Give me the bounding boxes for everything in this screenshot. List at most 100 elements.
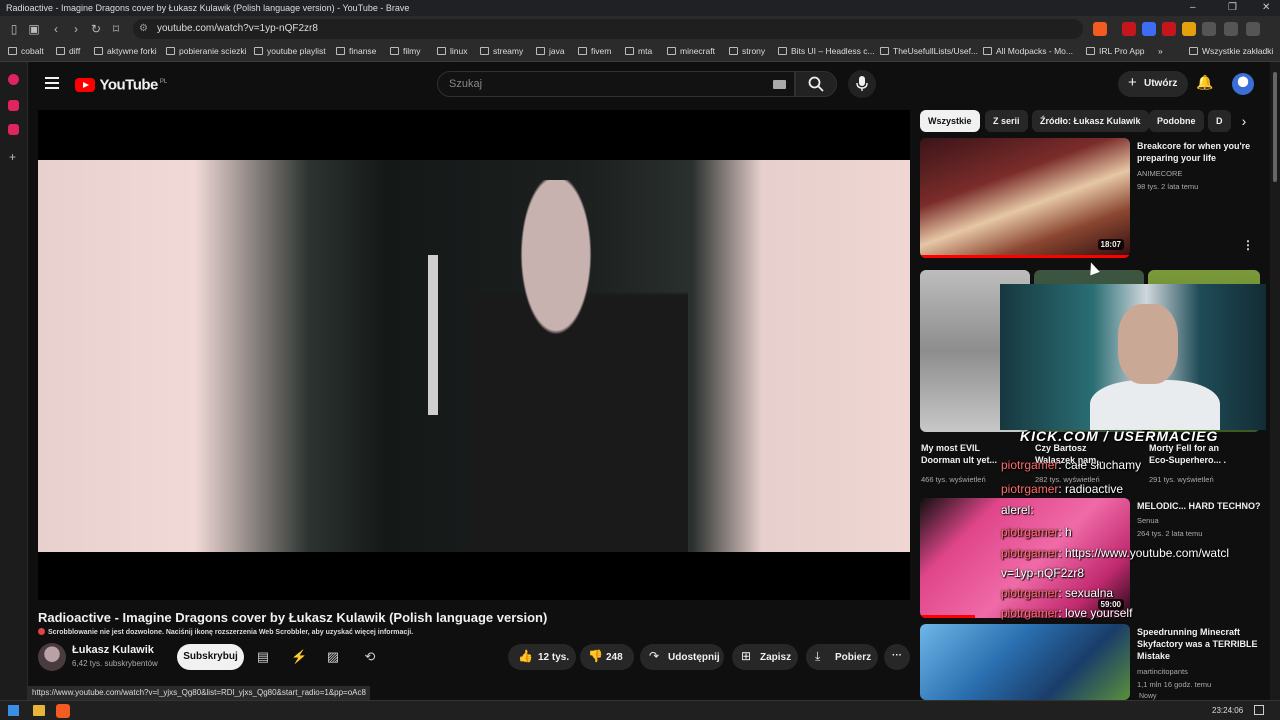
bookmark-item[interactable]: Bits UI – Headless c... bbox=[778, 46, 875, 56]
more-vertical-icon[interactable]: ⋮ bbox=[1242, 238, 1254, 252]
close-window-button[interactable]: ✕ bbox=[1262, 2, 1270, 13]
bookmark-folder[interactable]: mta bbox=[625, 46, 652, 56]
chip-series[interactable]: Z serii bbox=[985, 110, 1028, 132]
image-icon[interactable]: ▨ bbox=[325, 650, 341, 664]
video-frame[interactable] bbox=[38, 160, 910, 552]
more-bookmarks-button[interactable]: » bbox=[1158, 46, 1163, 56]
sidebar-toggle-icon[interactable]: ▯ bbox=[6, 21, 22, 37]
windows-start-icon[interactable] bbox=[8, 705, 19, 716]
bookmark-folder[interactable]: java bbox=[536, 46, 565, 56]
menu-icon[interactable] bbox=[45, 77, 59, 89]
search-input[interactable]: Szukaj bbox=[437, 71, 795, 97]
notifications-icon[interactable] bbox=[1254, 705, 1264, 715]
recommendation-chips: Wszystkie Z serii Źródło: Łukasz Kulawik… bbox=[920, 110, 1260, 132]
extensions-puzzle-icon[interactable] bbox=[1202, 22, 1216, 36]
site-info-icon[interactable]: ⚙ bbox=[139, 23, 148, 34]
bookmark-icon[interactable]: ⌑ bbox=[108, 21, 124, 37]
channel-avatar[interactable] bbox=[38, 643, 66, 671]
dislike-button[interactable]: 👎 248 bbox=[580, 644, 634, 670]
video-thumbnail[interactable]: 18:07 bbox=[920, 138, 1130, 258]
bookmark-folder[interactable]: streamy bbox=[480, 46, 523, 56]
maximize-button[interactable]: ❐ bbox=[1228, 2, 1237, 13]
video-player[interactable] bbox=[38, 110, 910, 600]
menu-icon[interactable] bbox=[1246, 22, 1260, 36]
forward-icon[interactable]: › bbox=[68, 21, 84, 37]
reload-icon[interactable]: ↻ bbox=[88, 21, 104, 37]
notifications-bell-icon[interactable]: 🔔 bbox=[1196, 74, 1214, 94]
chat-message: piotrgamer: https://www.youtube.com/watc… bbox=[1001, 546, 1230, 560]
search-button[interactable] bbox=[795, 71, 837, 97]
sidebar-app-icon[interactable] bbox=[8, 74, 19, 85]
bookmark-folder[interactable]: strony bbox=[729, 46, 765, 56]
youtube-app-icon[interactable] bbox=[8, 124, 19, 135]
share-button[interactable]: ↷ Udostępnij bbox=[640, 644, 724, 670]
recommendation-title[interactable]: MELODIC... HARD TECHNO? bbox=[1137, 500, 1262, 512]
bookmark-item[interactable]: youtube playlist bbox=[254, 46, 326, 56]
bookmark-item[interactable]: TheUsefullLists/Usef... bbox=[880, 46, 978, 56]
recommendation-title[interactable]: Breakcore for when you're preparing your … bbox=[1137, 140, 1262, 164]
transcript-icon[interactable]: ▤ bbox=[255, 650, 271, 664]
short-title[interactable]: Morty Fell for an Eco-Superhero... . bbox=[1149, 442, 1259, 466]
create-button[interactable]: + Utwórz bbox=[1118, 71, 1188, 97]
duration-badge: 18:07 bbox=[1097, 239, 1124, 250]
extension-icon[interactable] bbox=[1162, 22, 1176, 36]
keyboard-icon[interactable] bbox=[773, 80, 786, 89]
taskbar-clock[interactable]: 23:24:06 bbox=[1212, 706, 1243, 715]
bookmark-item[interactable]: All Modpacks - Mo... bbox=[983, 46, 1073, 56]
streamer-webcam bbox=[1000, 284, 1266, 430]
streamer-face bbox=[1118, 304, 1178, 384]
bookmark-item[interactable]: cobalt bbox=[8, 46, 44, 56]
bookmark-item[interactable]: pobieranie sciezki bbox=[166, 46, 247, 56]
loop-icon[interactable]: ⟲ bbox=[362, 650, 378, 664]
browser-toolbar: ▯ ▣ ‹ › ↻ ⌑ ⚙ youtube.com/watch?v=1yp-nQ… bbox=[0, 16, 1280, 42]
bookmark-item[interactable]: diff bbox=[56, 46, 80, 56]
like-button[interactable]: 👍 12 tys. bbox=[508, 644, 576, 670]
extension-icon[interactable] bbox=[1142, 22, 1156, 36]
like-count: 12 tys. bbox=[538, 652, 570, 663]
address-bar[interactable]: ⚙ youtube.com/watch?v=1yp-nQF2zr8 bbox=[133, 19, 1083, 39]
bookmark-folder[interactable]: linux bbox=[437, 46, 467, 56]
extension-icon[interactable] bbox=[1182, 22, 1196, 36]
more-actions-button[interactable]: ··· bbox=[884, 644, 910, 670]
scrollbar-thumb[interactable] bbox=[1273, 72, 1277, 182]
bookmark-folder[interactable]: minecraft bbox=[667, 46, 715, 56]
bookmark-folder[interactable]: fivem bbox=[578, 46, 611, 56]
add-sidebar-item-icon[interactable]: + bbox=[9, 150, 16, 164]
account-avatar[interactable] bbox=[1232, 73, 1254, 95]
bookmark-item[interactable]: aktywne forki bbox=[94, 46, 157, 56]
tabs-icon[interactable]: ▣ bbox=[26, 21, 42, 37]
extension-icon[interactable] bbox=[1122, 22, 1136, 36]
brave-taskbar-icon[interactable] bbox=[56, 704, 70, 718]
status-bar-url: https://www.youtube.com/watch?v=l_yjxs_Q… bbox=[28, 686, 370, 700]
youtube-app-icon[interactable] bbox=[8, 100, 19, 111]
channel-name[interactable]: Łukasz Kulawik bbox=[72, 644, 154, 656]
chip-source[interactable]: Źródło: Łukasz Kulawik bbox=[1032, 110, 1149, 132]
channel-name[interactable]: martincitopants bbox=[1137, 667, 1188, 676]
recommendation-title[interactable]: Speedrunning Minecraft Skyfactory was a T… bbox=[1137, 626, 1262, 662]
chip-related[interactable]: Podobne bbox=[1149, 110, 1204, 132]
bookmark-folder[interactable]: finanse bbox=[336, 46, 376, 56]
page-scrollbar[interactable] bbox=[1270, 62, 1280, 700]
brave-shields-icon[interactable] bbox=[1093, 22, 1107, 36]
subscribe-button[interactable]: Subskrybuj bbox=[177, 644, 244, 670]
download-button[interactable]: ⤓ Pobierz bbox=[806, 644, 878, 670]
chip-all[interactable]: Wszystkie bbox=[920, 110, 980, 132]
file-explorer-icon[interactable] bbox=[33, 705, 45, 716]
youtube-logo[interactable]: YouTube PL bbox=[75, 76, 167, 94]
thumbs-up-icon: 👍 bbox=[518, 649, 533, 663]
minimize-button[interactable]: – bbox=[1190, 2, 1196, 13]
back-icon[interactable]: ‹ bbox=[48, 21, 64, 37]
channel-name[interactable]: Senua bbox=[1137, 516, 1159, 525]
studio-microphone bbox=[428, 255, 438, 415]
download-icon[interactable] bbox=[1224, 22, 1238, 36]
video-thumbnail[interactable] bbox=[920, 624, 1130, 700]
bookmark-folder[interactable]: filmy bbox=[390, 46, 420, 56]
channel-name[interactable]: ANIMECORE bbox=[1137, 169, 1182, 178]
chevron-right-icon[interactable]: › bbox=[1234, 110, 1254, 132]
lightning-icon[interactable]: ⚡ bbox=[291, 650, 307, 664]
voice-search-button[interactable] bbox=[848, 70, 876, 98]
bookmark-item[interactable]: IRL Pro App bbox=[1086, 46, 1145, 56]
chip-more[interactable]: D bbox=[1208, 110, 1231, 132]
save-button[interactable]: ⊞ Zapisz bbox=[732, 644, 798, 670]
all-bookmarks-folder[interactable]: Wszystkie zakładki bbox=[1189, 46, 1273, 56]
